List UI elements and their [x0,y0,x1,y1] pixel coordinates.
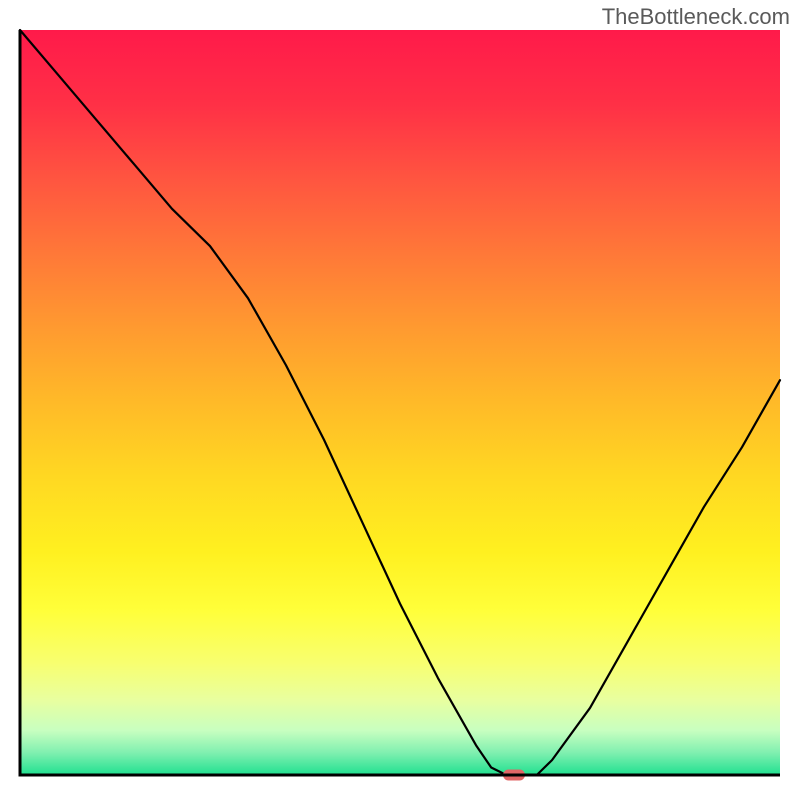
chart-background [20,30,780,775]
bottleneck-chart [0,0,800,800]
chart-container: TheBottleneck.com [0,0,800,800]
watermark-text: TheBottleneck.com [602,4,790,30]
